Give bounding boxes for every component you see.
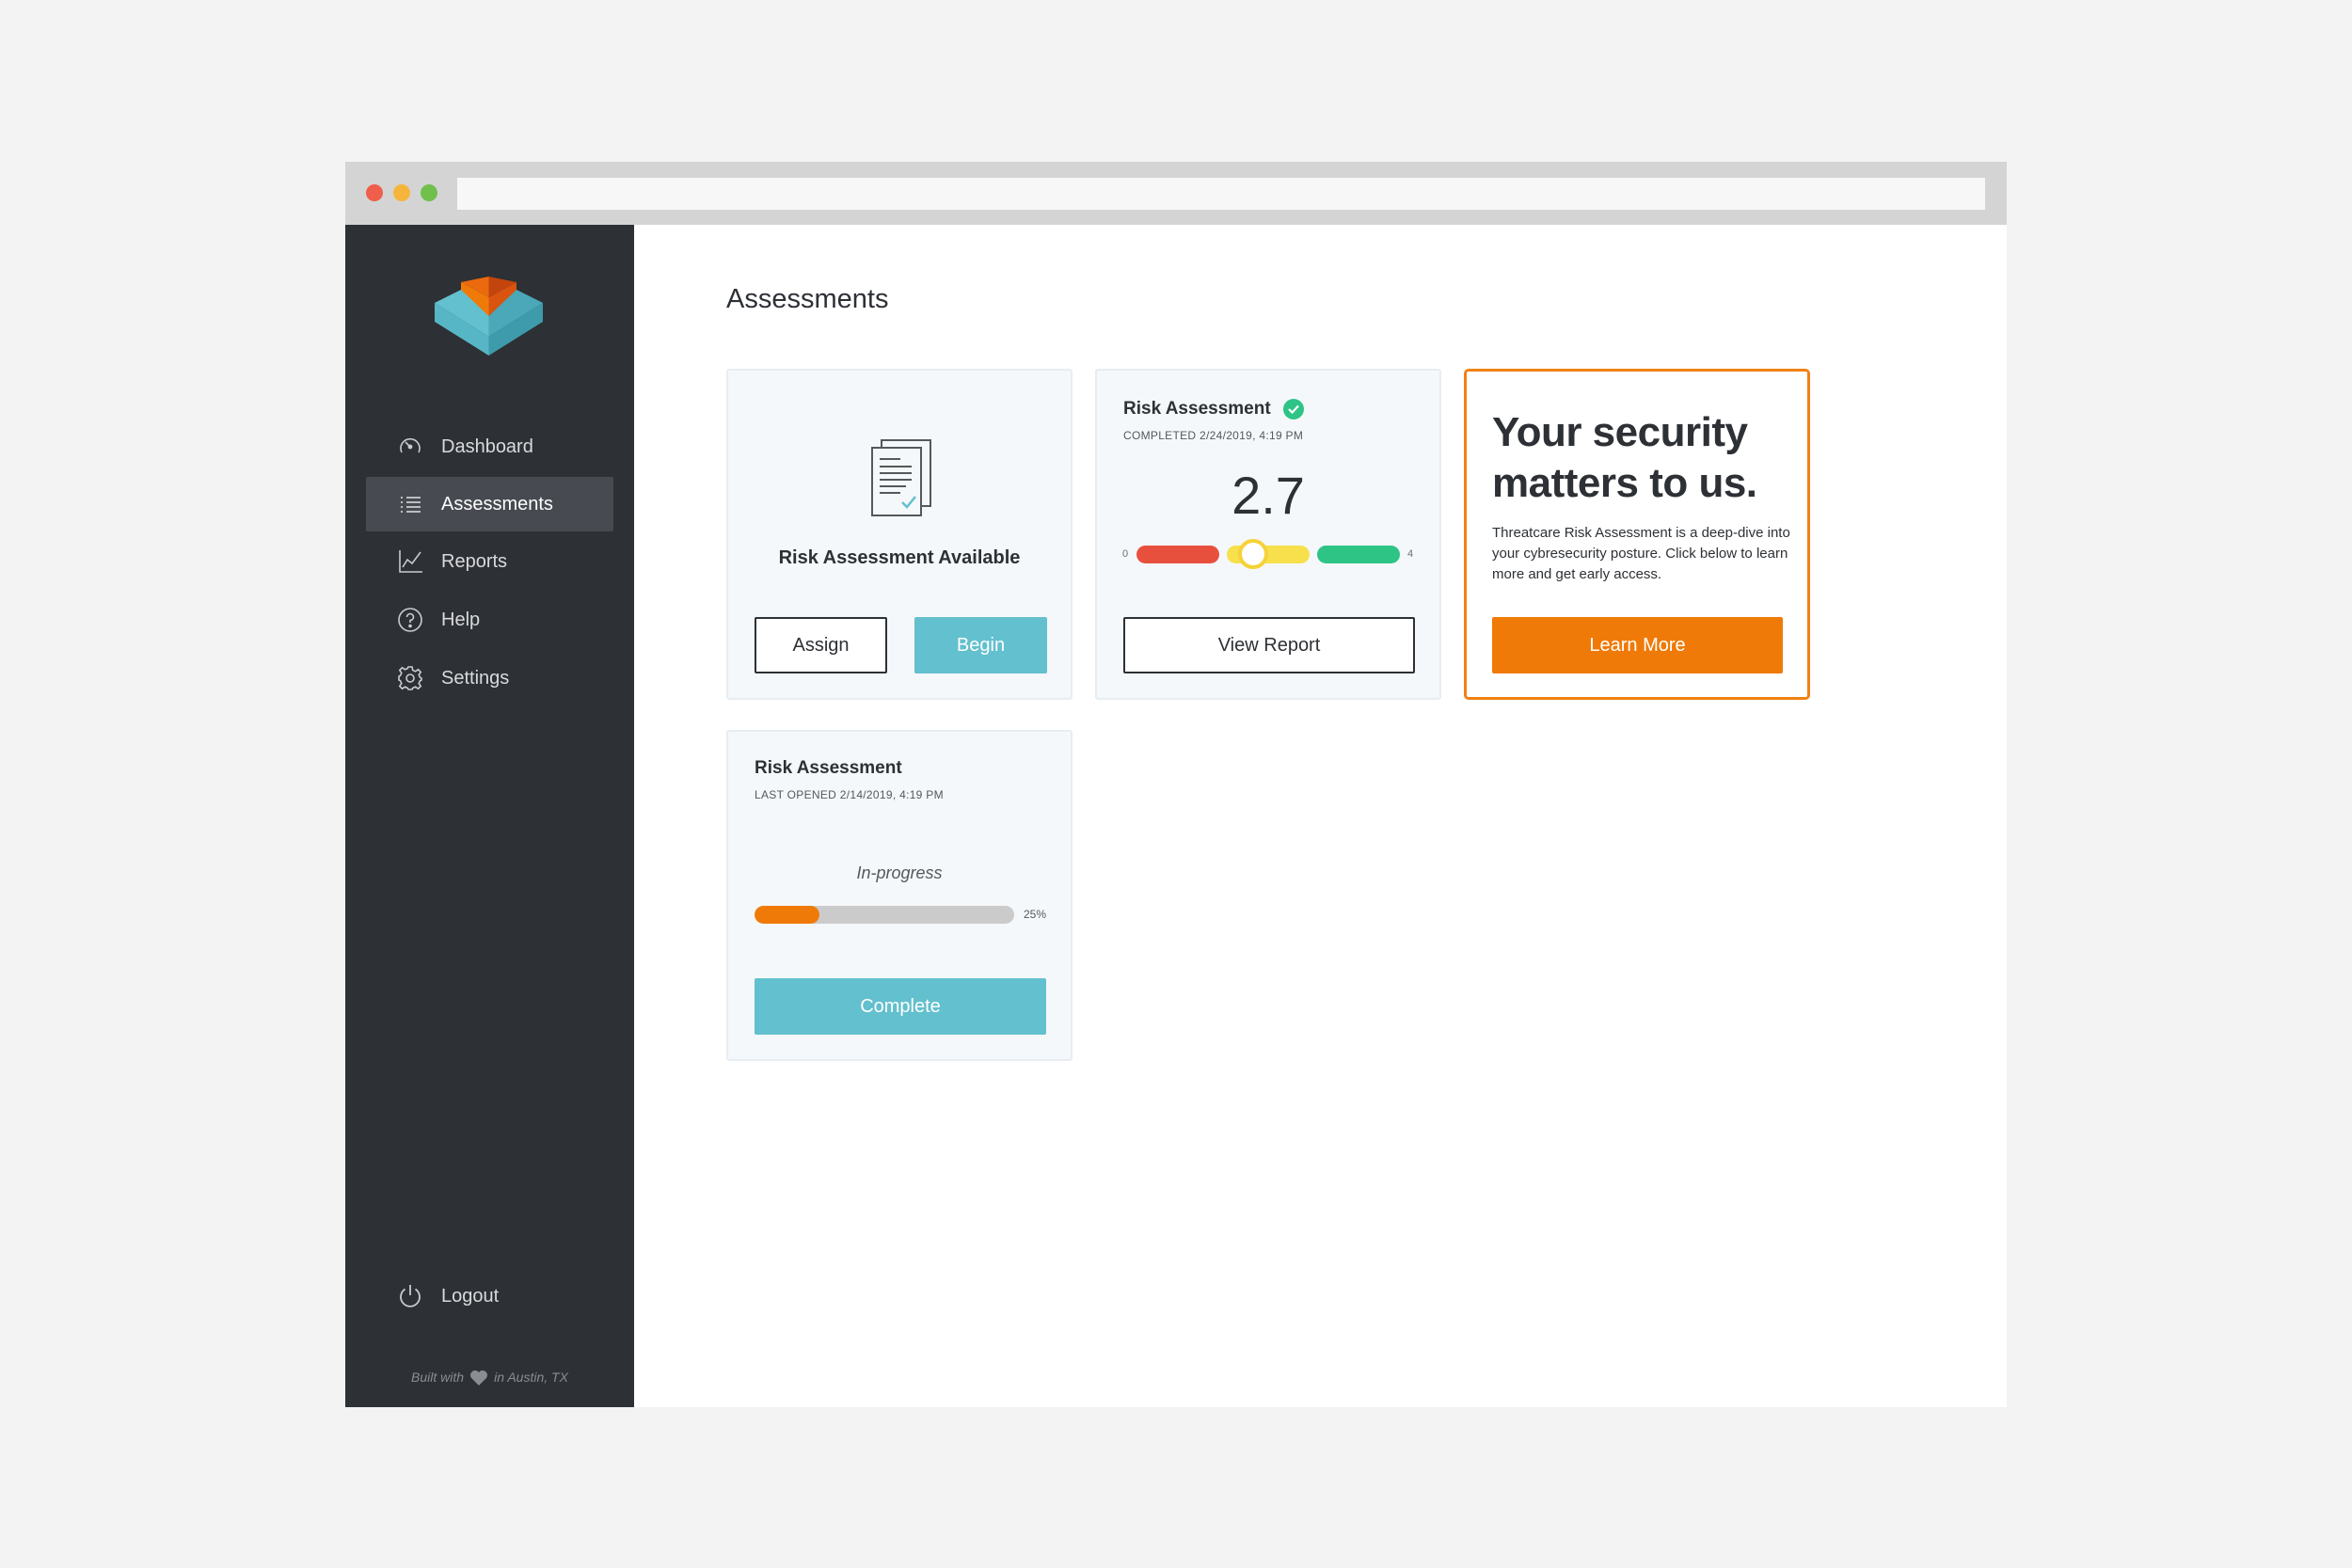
gauge-segment-red — [1136, 546, 1219, 563]
address-bar[interactable] — [457, 178, 1985, 210]
sidebar-item-label: Settings — [441, 667, 510, 689]
completed-timestamp: COMPLETED 2/24/2019, 4:19 PM — [1123, 429, 1304, 442]
sidebar: Dashboard Assessments Reports Help Setti… — [345, 225, 634, 1407]
progress-card-title: Risk Assessment — [755, 758, 902, 778]
begin-button[interactable]: Begin — [914, 617, 1047, 673]
logout-button[interactable]: Logout — [366, 1269, 613, 1323]
assessment-available-card: Risk Assessment Available Assign Begin — [726, 369, 1073, 700]
window-minimize-dot[interactable] — [393, 184, 410, 201]
footer-text-before: Built with — [411, 1369, 465, 1385]
sidebar-item-help[interactable]: Help — [366, 593, 613, 647]
window-close-dot[interactable] — [366, 184, 383, 201]
gauge-indicator — [1238, 539, 1268, 569]
window-maximize-dot[interactable] — [421, 184, 437, 201]
last-opened-timestamp: LAST OPENED 2/14/2019, 4:19 PM — [755, 788, 944, 801]
built-with-footer: Built with in Austin, TX — [345, 1370, 634, 1386]
footer-text-after: in Austin, TX — [494, 1369, 568, 1385]
list-icon — [396, 490, 424, 518]
logout-label: Logout — [441, 1285, 500, 1307]
line-chart-icon — [396, 547, 424, 576]
gauge-max-label: 4 — [1407, 548, 1414, 560]
sidebar-item-label: Reports — [441, 550, 508, 572]
complete-button[interactable]: Complete — [755, 978, 1046, 1035]
sidebar-item-assessments[interactable]: Assessments — [366, 477, 613, 531]
view-report-button[interactable]: View Report — [1123, 617, 1415, 673]
gauge-min-label: 0 — [1122, 548, 1129, 560]
heart-icon — [470, 1370, 488, 1386]
dashboard-gauge-icon — [396, 433, 424, 461]
progress-percent: 25% — [1024, 908, 1047, 921]
risk-score: 2.7 — [1232, 466, 1305, 525]
promo-card: Your security matters to us. Threatcare … — [1464, 369, 1810, 700]
gauge-segment-green — [1317, 546, 1400, 563]
check-circle-icon — [1283, 399, 1304, 420]
gear-icon — [396, 664, 424, 692]
progress-status: In-progress — [856, 863, 943, 882]
sidebar-item-dashboard[interactable]: Dashboard — [366, 420, 613, 474]
promo-body: Threatcare Risk Assessment is a deep-div… — [1492, 525, 1790, 582]
promo-headline: Your security matters to us. — [1492, 409, 1757, 506]
power-icon — [396, 1282, 424, 1310]
sidebar-item-reports[interactable]: Reports — [366, 534, 613, 589]
question-circle-icon — [396, 606, 424, 634]
brand-logo — [435, 277, 543, 356]
sidebar-item-label: Assessments — [441, 493, 553, 515]
progress-bar — [755, 906, 1014, 924]
document-check-icon — [871, 439, 931, 516]
assessment-completed-card: Risk Assessment COMPLETED 2/24/2019, 4:1… — [1095, 369, 1441, 700]
sidebar-item-label: Help — [441, 609, 481, 630]
page-title: Assessments — [726, 284, 889, 314]
browser-chrome — [345, 162, 2007, 225]
assign-button[interactable]: Assign — [755, 617, 887, 673]
learn-more-button[interactable]: Learn More — [1492, 617, 1783, 673]
progress-bar-fill — [755, 906, 819, 924]
assessment-in-progress-card: Risk Assessment LAST OPENED 2/14/2019, 4… — [726, 730, 1073, 1061]
completed-card-title: Risk Assessment — [1123, 399, 1271, 419]
available-card-title: Risk Assessment Available — [778, 547, 1021, 568]
browser-window: Dashboard Assessments Reports Help Setti… — [345, 162, 2007, 1407]
sidebar-item-settings[interactable]: Settings — [366, 651, 613, 705]
sidebar-item-label: Dashboard — [441, 436, 533, 457]
